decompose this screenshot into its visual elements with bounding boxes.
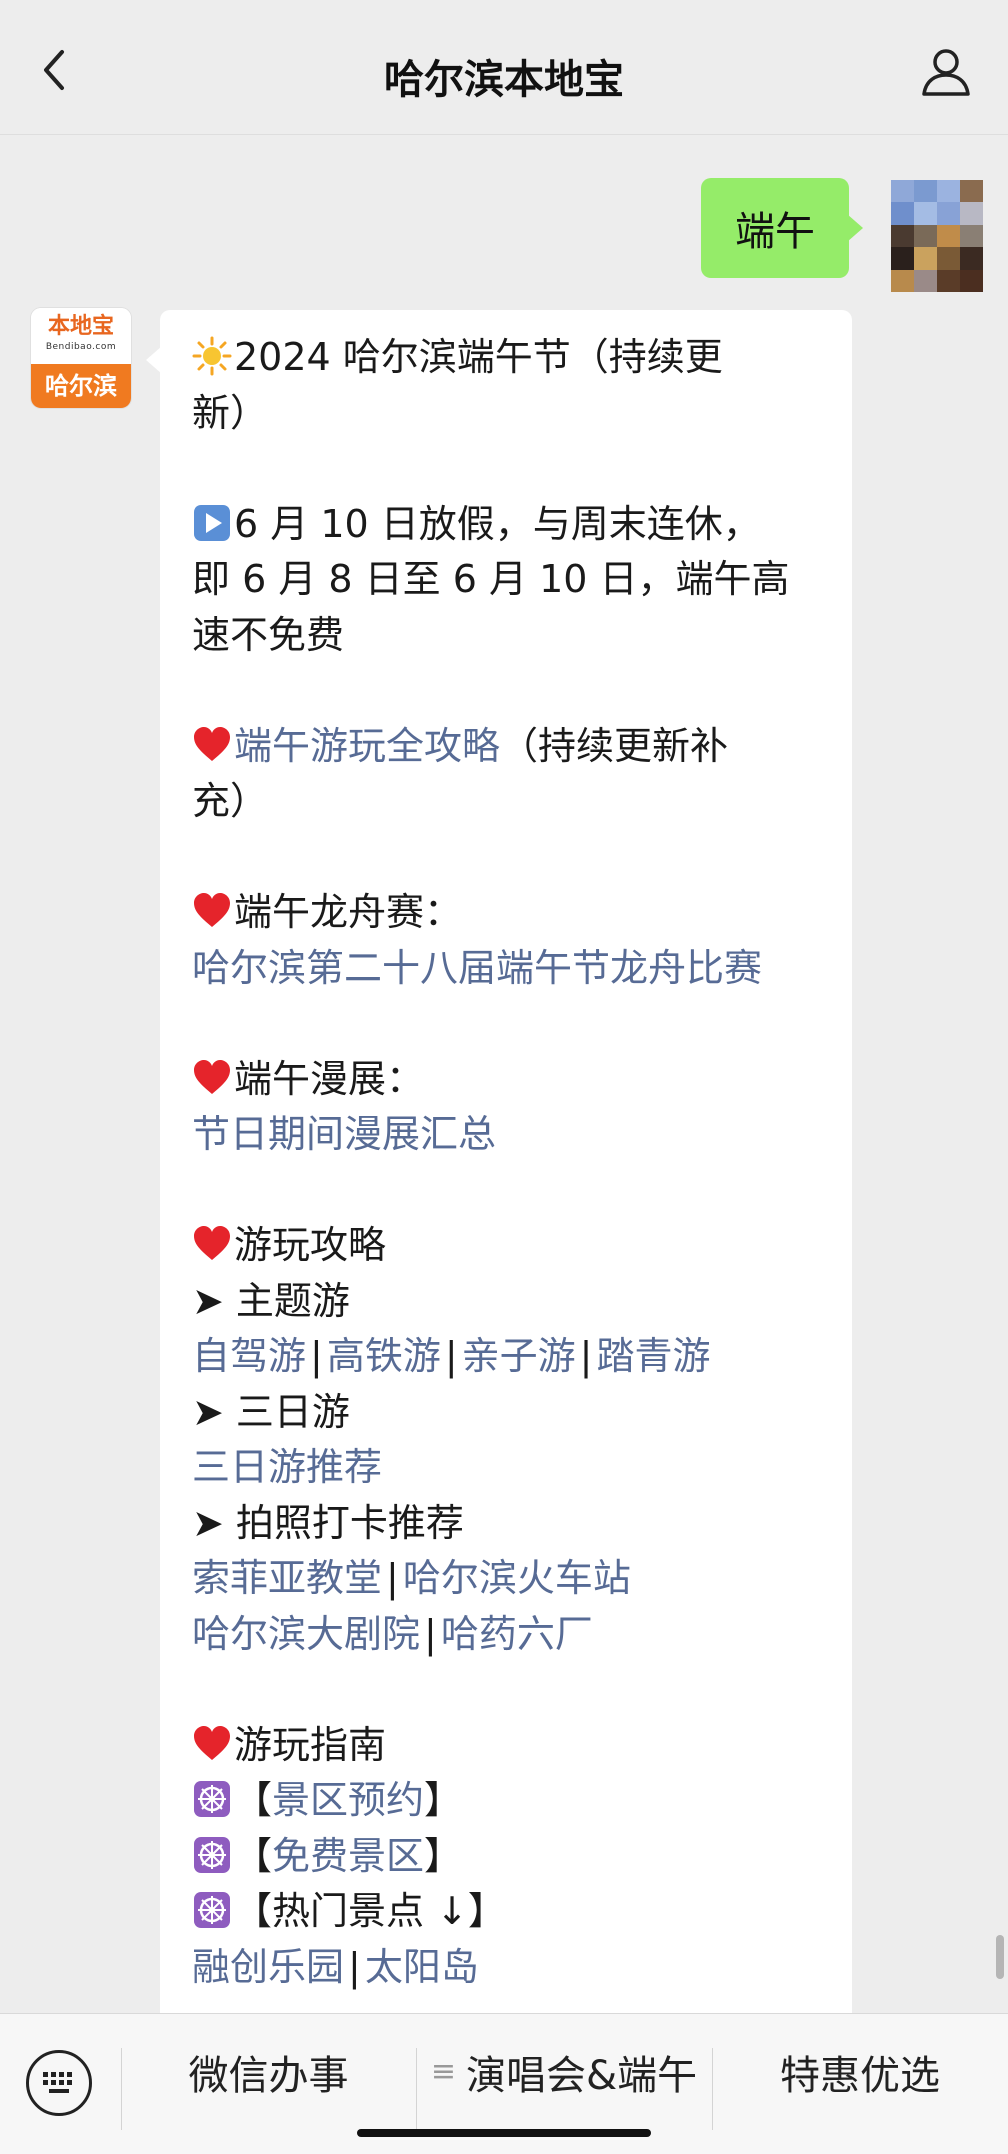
reservation-line: 【景区预约】 <box>192 1773 822 1829</box>
bracket-open: 【 <box>234 1833 273 1878</box>
submenu-icon: ≡ <box>430 2054 456 2089</box>
comic-link[interactable]: 节日期间漫展汇总 <box>192 1107 822 1163</box>
wheel-icon <box>194 1892 230 1928</box>
theme-link-family[interactable]: 亲子游 <box>462 1334 576 1378</box>
keyboard-toggle-button[interactable] <box>26 2050 92 2116</box>
menu-item-label: 演唱会&端午 <box>465 2052 698 2099</box>
wheel-icon <box>194 1781 230 1817</box>
separator: | <box>386 1556 399 1600</box>
holiday-line-2: 即 6 月 8 日至 6 月 10 日，端午高 <box>192 557 790 601</box>
photo-link-sophia-church[interactable]: 索菲亚教堂 <box>192 1556 382 1600</box>
menu-item-label: 特惠优选 <box>780 2052 940 2099</box>
separator: | <box>444 1334 458 1378</box>
photo-link-harbin-station[interactable]: 哈尔滨火车站 <box>403 1556 631 1600</box>
heart-icon <box>194 893 230 927</box>
bot-avatar-brand: 本地宝 <box>31 308 131 364</box>
bot-avatar[interactable]: 本地宝 Bendibao.com 哈尔滨 <box>31 308 131 408</box>
threeday-link[interactable]: 三日游推荐 <box>192 1440 822 1496</box>
hot-attractions-label: 【热门景点 ↓】 <box>234 1889 506 1933</box>
sun-icon <box>192 336 232 376</box>
photo-link-grand-theatre[interactable]: 哈尔滨大剧院 <box>192 1612 420 1656</box>
user-avatar[interactable] <box>891 180 983 292</box>
dragon-title: 端午龙舟赛： <box>234 890 463 934</box>
hot-line: 【热门景点 ↓】 <box>192 1884 822 1940</box>
guide-suffix: （持续更新补 <box>500 723 729 768</box>
menu-item-label: 微信办事 <box>188 2052 349 2099</box>
threeday-title: ➤ 三日游 <box>192 1389 350 1434</box>
bot-avatar-domain: Bendibao.com <box>45 342 117 352</box>
theme-link-selfdrive[interactable]: 自驾游 <box>192 1334 306 1378</box>
guide2-title: 游玩指南 <box>234 1722 387 1767</box>
comic-title-line: 端午漫展： <box>192 1052 822 1108</box>
reservation-link[interactable]: 景区预约 <box>272 1778 424 1822</box>
hot-link-sun-island[interactable]: 太阳岛 <box>365 1945 479 1989</box>
free-line: 【免费景区】 <box>192 1829 822 1885</box>
guide-line: 端午游玩全攻略（持续更新补 <box>192 719 822 775</box>
heading-cont: 新） <box>192 390 269 435</box>
guide-suffix-2: 充） <box>192 779 269 823</box>
separator: | <box>310 1334 323 1378</box>
menu-item-wechat-services[interactable]: 微信办事 <box>121 2014 416 2129</box>
user-message-text: 端午 <box>735 209 815 255</box>
comic-title: 端午漫展： <box>234 1056 425 1101</box>
theme-link-spring-outing[interactable]: 踏青游 <box>596 1334 710 1378</box>
bot-message-bubble[interactable]: 2024 哈尔滨端午节（持续更 新） 6 月 10 日放假，与周末连休， 即 6… <box>146 310 852 2013</box>
heading-text: 2024 哈尔滨端午节（持续更 <box>234 335 723 379</box>
theme-title: ➤ 主题游 <box>192 1278 350 1323</box>
tips-title: 游玩攻略 <box>234 1223 387 1267</box>
bracket-open: 【 <box>234 1778 273 1822</box>
holiday-text-1: 6 月 10 日放假，与周末连休， <box>234 501 761 546</box>
menu-item-special-offers[interactable]: 特惠优选 <box>712 2014 1008 2129</box>
heart-icon <box>194 1725 230 1760</box>
separator: | <box>579 1334 593 1378</box>
home-indicator <box>357 2129 651 2137</box>
heart-icon <box>194 1226 230 1260</box>
hot-links-line: 融创乐园 | 太阳岛 <box>192 1940 822 1996</box>
dragon-title-line: 端午龙舟赛： <box>192 885 822 941</box>
hot-link-sunac-park[interactable]: 融创乐园 <box>192 1945 344 1989</box>
separator: | <box>348 1944 361 1989</box>
wheel-icon <box>194 1836 230 1873</box>
bracket-close: 】 <box>424 1833 463 1878</box>
photo-title: ➤ 拍照打卡推荐 <box>192 1500 464 1545</box>
holiday-line-1: 6 月 10 日放假，与周末连休， <box>192 497 822 553</box>
person-icon <box>922 49 970 96</box>
message-heading: 2024 哈尔滨端午节（持续更 <box>192 330 822 386</box>
keyboard-icon <box>43 2072 72 2093</box>
dragon-link[interactable]: 哈尔滨第二十八届端午节龙舟比赛 <box>192 941 822 997</box>
theme-links-line: 自驾游 | 高铁游 | 亲子游 | 踏青游 <box>192 1329 822 1385</box>
play-button-icon <box>194 504 230 541</box>
heart-icon <box>194 726 230 761</box>
tips-title-line: 游玩攻略 <box>192 1218 822 1274</box>
free-attractions-link[interactable]: 免费景区 <box>272 1834 424 1878</box>
nav-header: 哈尔滨本地宝 <box>0 0 1008 135</box>
heart-icon <box>194 1059 230 1094</box>
menu-item-concert-dragon-boat[interactable]: ≡ 演唱会&端午 <box>416 2014 712 2129</box>
photo-links-line-2: 哈尔滨大剧院 | 哈药六厂 <box>192 1607 822 1663</box>
holiday-line-3: 速不免费 <box>192 612 345 657</box>
separator: | <box>424 1611 437 1656</box>
photo-link-pharma-factory[interactable]: 哈药六厂 <box>441 1612 593 1656</box>
bot-avatar-city: 哈尔滨 <box>31 364 131 408</box>
page-title: 哈尔滨本地宝 <box>384 57 624 103</box>
scrollbar[interactable] <box>996 1935 1004 1979</box>
guide2-title-line: 游玩指南 <box>192 1718 822 1774</box>
chat-area[interactable]: 端午 本地宝 Bendibao.com 哈尔滨 2024 哈尔滨端午节（持续更 … <box>0 135 1008 2013</box>
theme-link-highspeed-rail[interactable]: 高铁游 <box>327 1334 441 1378</box>
guide-link[interactable]: 端午游玩全攻略 <box>234 724 500 768</box>
photo-links-line-1: 索菲亚教堂 | 哈尔滨火车站 <box>192 1551 822 1607</box>
user-message-bubble[interactable]: 端午 <box>701 178 863 278</box>
profile-button[interactable] <box>920 46 972 98</box>
bracket-close: 】 <box>424 1778 463 1822</box>
